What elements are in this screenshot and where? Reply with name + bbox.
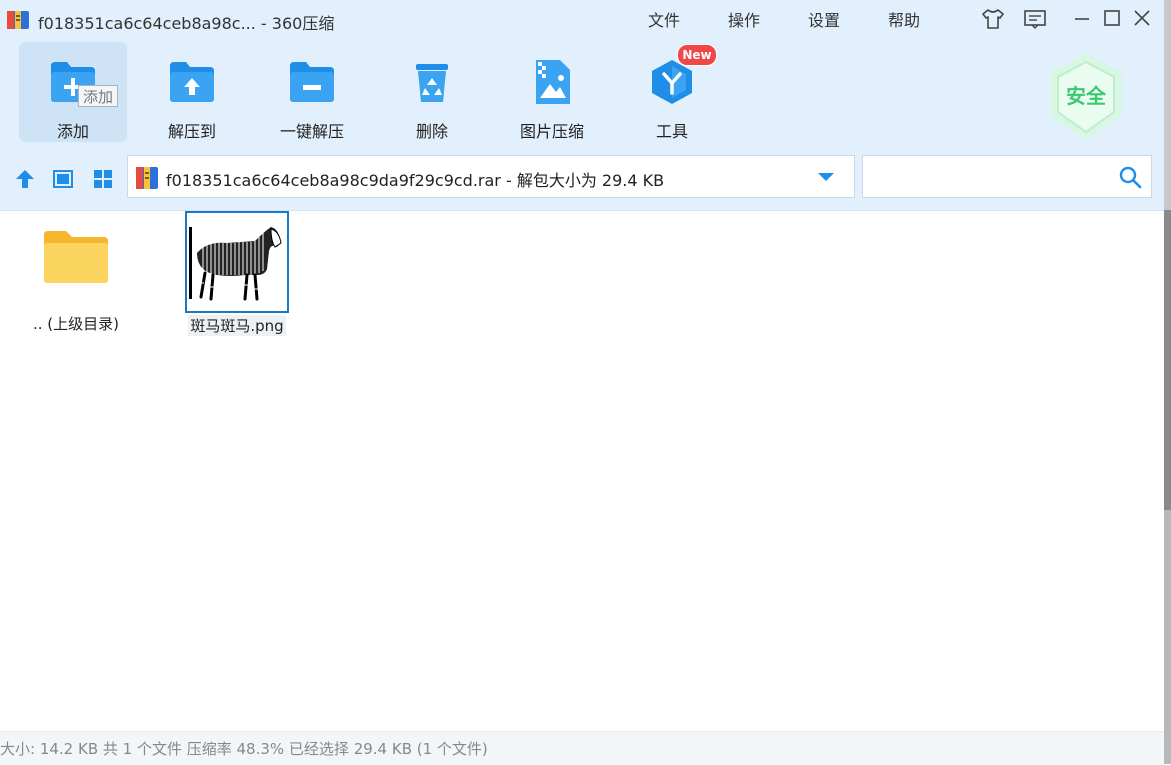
path-box[interactable]: f018351ca6c64ceb8a98c9da9f29c9cd.rar - 解… [127, 155, 855, 198]
status-bar: 大小: 14.2 KB 共 1 个文件 压缩率 48.3% 已经选择 29.4 … [0, 731, 1164, 765]
image-compress-label: 图片压缩 [519, 122, 584, 141]
menu-settings[interactable]: 设置 [808, 7, 840, 31]
window-title: f018351ca6c64ceb8a98c... - 360压缩 [38, 14, 335, 33]
security-shield-icon[interactable]: 安全 [1046, 52, 1126, 142]
new-badge: New [677, 44, 717, 66]
menu-file[interactable]: 文件 [648, 7, 680, 31]
zebra-image [189, 227, 282, 301]
menu-operation[interactable]: 操作 [728, 7, 760, 31]
desktop-background-segment [1164, 210, 1171, 510]
security-label: 安全 [1066, 84, 1107, 108]
minimize-icon[interactable] [1070, 6, 1096, 32]
detail-view-icon[interactable] [52, 168, 74, 190]
desktop-background-segment [1164, 0, 1171, 210]
delete-label: 删除 [415, 122, 448, 141]
grid-view-icon[interactable] [92, 168, 114, 190]
one-click-extract-label: 一键解压 [279, 122, 344, 141]
menu-help[interactable]: 帮助 [888, 7, 920, 31]
one-click-extract-icon [290, 62, 334, 102]
recycle-bin-icon [416, 64, 448, 102]
extract-to-button[interactable]: 解压到 [138, 42, 246, 142]
current-path: f018351ca6c64ceb8a98c9da9f29c9cd.rar - 解… [166, 171, 665, 190]
delete-button[interactable]: 删除 [378, 42, 486, 142]
add-tooltip: 添加 [78, 85, 118, 107]
file-list: .. (上级目录) 斑马斑马.png [0, 211, 1164, 731]
list-item-zebra-png[interactable]: 斑马斑马.png [183, 211, 291, 336]
close-icon[interactable] [1130, 6, 1156, 32]
folder-icon [44, 231, 108, 283]
desktop-background-strip [1164, 0, 1171, 764]
extract-to-icon [170, 62, 214, 102]
feedback-message-icon[interactable] [1022, 6, 1048, 32]
search-box [862, 155, 1152, 198]
main-toolbar: 添加 解压到 一键解压 删除 图片压缩 工具 安全 [0, 38, 1164, 150]
file-name: .. (上级目录) [32, 315, 119, 333]
add-button-label: 添加 [56, 122, 89, 141]
title-bar: f018351ca6c64ceb8a98c... - 360压缩 文件 操作 设… [0, 0, 1164, 38]
rar-archive-icon [136, 167, 158, 189]
desktop-background-segment [1164, 510, 1171, 764]
one-click-extract-button[interactable]: 一键解压 [258, 42, 366, 142]
maximize-icon[interactable] [1100, 6, 1126, 32]
file-name: 斑马斑马.png [188, 315, 286, 336]
search-icon[interactable] [1118, 165, 1142, 189]
image-compress-button[interactable]: 图片压缩 [498, 42, 606, 142]
extract-to-label: 解压到 [167, 122, 216, 141]
tools-label: 工具 [655, 122, 688, 141]
status-text: 大小: 14.2 KB 共 1 个文件 压缩率 48.3% 已经选择 29.4 … [0, 740, 488, 758]
zebra-image-thumbnail [185, 211, 289, 313]
list-item-parent-directory[interactable]: .. (上级目录) [20, 229, 132, 334]
search-input[interactable] [869, 162, 1113, 192]
skin-shirt-icon[interactable] [980, 6, 1006, 32]
chevron-down-icon[interactable] [816, 170, 836, 184]
up-arrow-icon[interactable] [14, 168, 36, 190]
rar-archive-icon [7, 11, 29, 29]
image-compress-icon [536, 60, 570, 104]
